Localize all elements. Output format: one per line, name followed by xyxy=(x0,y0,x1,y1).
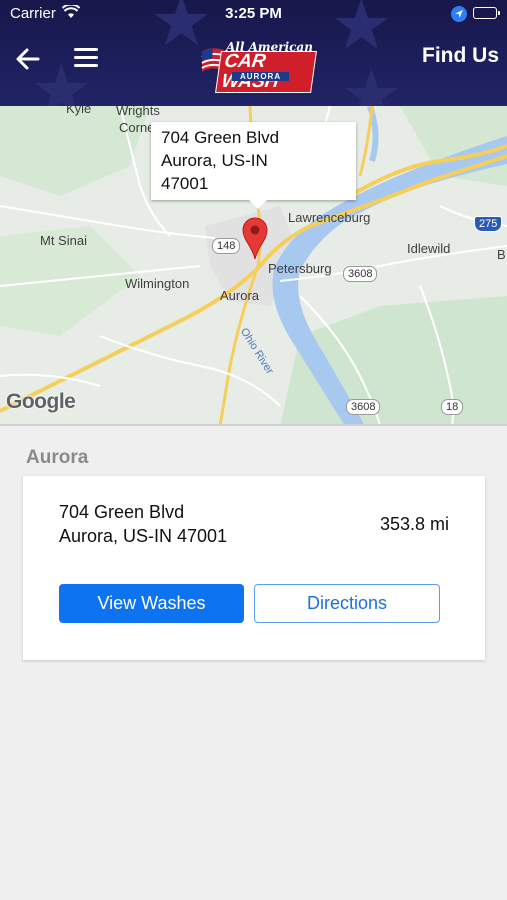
back-arrow-icon[interactable] xyxy=(14,46,42,72)
route-shield: 18 xyxy=(441,399,464,415)
route-shield: 3608 xyxy=(346,399,381,415)
star-decoration: ★ xyxy=(340,56,403,106)
map-label: Wilmington xyxy=(125,276,190,291)
app-header: ★ ★ ★ ★ Carrier 3:25 PM All American CAR… xyxy=(0,0,507,106)
map-label: Mt Sinai xyxy=(40,233,87,248)
map-pin-icon[interactable] xyxy=(241,216,269,260)
logo-location: AURORA xyxy=(232,72,290,81)
battery-icon xyxy=(473,7,500,19)
car-wash-logo: All American CAR WASH AURORA xyxy=(196,40,317,93)
interstate-shield: 275 xyxy=(474,216,503,232)
route-shield: 148 xyxy=(212,238,241,254)
status-time: 3:25 PM xyxy=(225,5,282,22)
view-washes-button[interactable]: View Washes xyxy=(59,584,244,623)
map-label: Idlewild xyxy=(407,241,451,256)
map-label: Kyle xyxy=(66,106,92,116)
map-callout[interactable]: 704 Green Blvd Aurora, US-IN 47001 xyxy=(151,122,356,209)
map-label: Wrights xyxy=(116,106,160,118)
page-title: Find Us xyxy=(422,44,499,67)
section-title: Aurora xyxy=(26,447,89,468)
callout-line: 704 Green Blvd xyxy=(161,128,280,147)
address-line2: Aurora, US-IN 47001 xyxy=(59,526,228,546)
callout-line: Aurora, US-IN xyxy=(161,151,268,170)
address-line1: 704 Green Blvd xyxy=(59,502,185,522)
map-view[interactable]: Kyle Wrights Corne Lawrenceburg Mt Sinai… xyxy=(0,106,507,426)
map-label: Petersburg xyxy=(268,261,332,276)
location-services-icon xyxy=(451,6,467,22)
callout-line: 47001 xyxy=(161,174,209,193)
map-label: Aurora xyxy=(220,288,260,303)
google-attribution: Google xyxy=(6,390,76,413)
map-label: Lawrenceburg xyxy=(288,210,371,225)
distance-label: 353.8 mi xyxy=(379,514,449,534)
hamburger-menu-icon[interactable] xyxy=(74,48,98,70)
route-shield: 3608 xyxy=(343,266,378,282)
directions-button[interactable]: Directions xyxy=(254,584,440,623)
map-label: B xyxy=(497,247,506,262)
map-label: Corne xyxy=(119,120,155,135)
status-bar: Carrier 3:25 PM xyxy=(0,0,507,28)
location-card: 704 Green Blvd Aurora, US-IN 47001 353.8… xyxy=(23,476,485,660)
